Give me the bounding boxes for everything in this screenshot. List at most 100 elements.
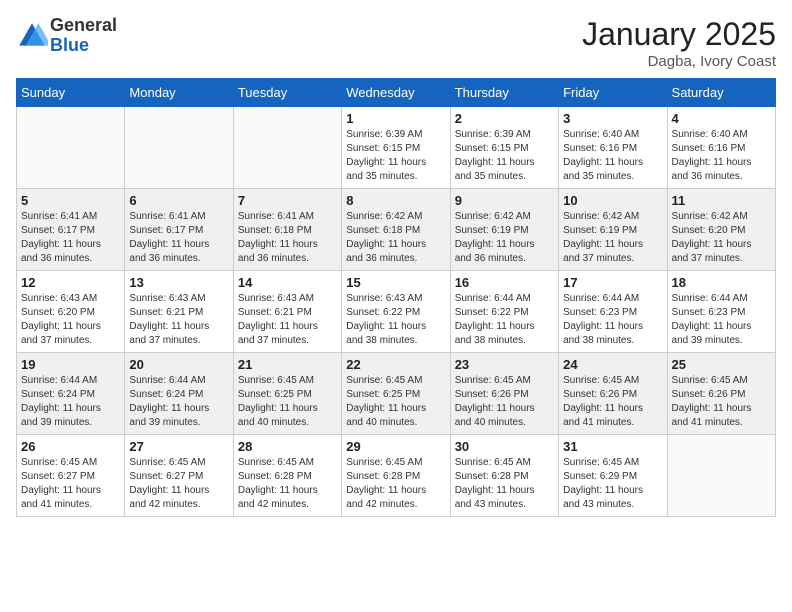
table-row: 25 Sunrise: 6:45 AMSunset: 6:26 PMDayligh… — [667, 353, 775, 435]
day-info: Sunrise: 6:45 AMSunset: 6:28 PMDaylight:… — [238, 456, 337, 512]
logo-icon — [16, 20, 48, 52]
day-info: Sunrise: 6:41 AMSunset: 6:17 PMDaylight:… — [21, 210, 120, 266]
calendar-body: 1 Sunrise: 6:39 AMSunset: 6:15 PMDaylight… — [17, 107, 776, 517]
logo-general-text: General — [50, 16, 117, 36]
logo-text: General Blue — [50, 16, 117, 56]
calendar-week-row: 19 Sunrise: 6:44 AMSunset: 6:24 PMDayligh… — [17, 353, 776, 435]
table-row: 31 Sunrise: 6:45 AMSunset: 6:29 PMDayligh… — [559, 435, 667, 517]
day-number: 6 — [129, 193, 228, 208]
day-number: 3 — [563, 111, 662, 126]
table-row: 5 Sunrise: 6:41 AMSunset: 6:17 PMDaylight… — [17, 189, 125, 271]
table-row: 16 Sunrise: 6:44 AMSunset: 6:22 PMDayligh… — [450, 271, 558, 353]
table-row — [667, 435, 775, 517]
table-row: 26Sunrise: 6:45 AMSunset: 6:27 PMDayligh… — [17, 435, 125, 517]
day-number: 7 — [238, 193, 337, 208]
day-info: Sunrise: 6:40 AMSunset: 6:16 PMDaylight:… — [563, 128, 662, 184]
table-row: 12 Sunrise: 6:43 AMSunset: 6:20 PMDayligh… — [17, 271, 125, 353]
day-info: Sunrise: 6:44 AMSunset: 6:24 PMDaylight:… — [129, 374, 228, 430]
table-row — [233, 107, 341, 189]
table-row: 8 Sunrise: 6:42 AMSunset: 6:18 PMDaylight… — [342, 189, 450, 271]
day-info: Sunrise: 6:43 AMSunset: 6:20 PMDaylight:… — [21, 292, 120, 348]
day-info: Sunrise: 6:44 AMSunset: 6:23 PMDaylight:… — [672, 292, 771, 348]
calendar-header-row: Sunday Monday Tuesday Wednesday Thursday… — [17, 79, 776, 107]
table-row: 19 Sunrise: 6:44 AMSunset: 6:24 PMDayligh… — [17, 353, 125, 435]
day-info: Sunrise: 6:44 AMSunset: 6:23 PMDaylight:… — [563, 292, 662, 348]
day-number: 2 — [455, 111, 554, 126]
table-row: 4 Sunrise: 6:40 AMSunset: 6:16 PMDaylight… — [667, 107, 775, 189]
day-number: 24 — [563, 357, 662, 372]
table-row: 29 Sunrise: 6:45 AMSunset: 6:28 PMDayligh… — [342, 435, 450, 517]
day-info: Sunrise: 6:42 AMSunset: 6:18 PMDaylight:… — [346, 210, 445, 266]
day-info: Sunrise: 6:45 AMSunset: 6:29 PMDaylight:… — [563, 456, 662, 512]
location-subtitle: Dagba, Ivory Coast — [582, 53, 776, 70]
day-number: 18 — [672, 275, 771, 290]
day-number: 30 — [455, 439, 554, 454]
table-row: 23Sunrise: 6:45 AMSunset: 6:26 PMDayligh… — [450, 353, 558, 435]
day-number: 10 — [563, 193, 662, 208]
col-thursday: Thursday — [450, 79, 558, 107]
day-info: Sunrise: 6:45 AMSunset: 6:28 PMDaylight:… — [346, 456, 445, 512]
table-row: 21 Sunrise: 6:45 AMSunset: 6:25 PMDayligh… — [233, 353, 341, 435]
day-info: Sunrise: 6:39 AMSunset: 6:15 PMDaylight:… — [346, 128, 445, 184]
day-info: Sunrise: 6:44 AMSunset: 6:22 PMDaylight:… — [455, 292, 554, 348]
table-row: 22Sunrise: 6:45 AMSunset: 6:25 PMDayligh… — [342, 353, 450, 435]
table-row: 1 Sunrise: 6:39 AMSunset: 6:15 PMDaylight… — [342, 107, 450, 189]
title-block: January 2025 Dagba, Ivory Coast — [582, 16, 776, 70]
col-saturday: Saturday — [667, 79, 775, 107]
day-info: Sunrise: 6:42 AMSunset: 6:19 PMDaylight:… — [563, 210, 662, 266]
day-number: 25 — [672, 357, 771, 372]
day-info: Sunrise: 6:45 AMSunset: 6:27 PMDaylight:… — [129, 456, 228, 512]
table-row: 13Sunrise: 6:43 AMSunset: 6:21 PMDayligh… — [125, 271, 233, 353]
table-row: 6Sunrise: 6:41 AMSunset: 6:17 PMDaylight… — [125, 189, 233, 271]
day-number: 28 — [238, 439, 337, 454]
day-number: 21 — [238, 357, 337, 372]
table-row — [125, 107, 233, 189]
day-info: Sunrise: 6:45 AMSunset: 6:28 PMDaylight:… — [455, 456, 554, 512]
table-row: 15 Sunrise: 6:43 AMSunset: 6:22 PMDayligh… — [342, 271, 450, 353]
day-number: 8 — [346, 193, 445, 208]
page-header: General Blue January 2025 Dagba, Ivory C… — [16, 16, 776, 70]
day-info: Sunrise: 6:45 AMSunset: 6:25 PMDaylight:… — [346, 374, 445, 430]
table-row — [17, 107, 125, 189]
calendar-week-row: 1 Sunrise: 6:39 AMSunset: 6:15 PMDaylight… — [17, 107, 776, 189]
col-wednesday: Wednesday — [342, 79, 450, 107]
day-info: Sunrise: 6:43 AMSunset: 6:21 PMDaylight:… — [238, 292, 337, 348]
day-number: 16 — [455, 275, 554, 290]
day-number: 5 — [21, 193, 120, 208]
day-number: 12 — [21, 275, 120, 290]
table-row: 20 Sunrise: 6:44 AMSunset: 6:24 PMDayligh… — [125, 353, 233, 435]
calendar-week-row: 26Sunrise: 6:45 AMSunset: 6:27 PMDayligh… — [17, 435, 776, 517]
day-info: Sunrise: 6:42 AMSunset: 6:20 PMDaylight:… — [672, 210, 771, 266]
day-info: Sunrise: 6:41 AMSunset: 6:18 PMDaylight:… — [238, 210, 337, 266]
table-row: 27Sunrise: 6:45 AMSunset: 6:27 PMDayligh… — [125, 435, 233, 517]
day-number: 4 — [672, 111, 771, 126]
day-info: Sunrise: 6:44 AMSunset: 6:24 PMDaylight:… — [21, 374, 120, 430]
day-info: Sunrise: 6:40 AMSunset: 6:16 PMDaylight:… — [672, 128, 771, 184]
day-info: Sunrise: 6:45 AMSunset: 6:27 PMDaylight:… — [21, 456, 120, 512]
day-number: 15 — [346, 275, 445, 290]
day-number: 11 — [672, 193, 771, 208]
day-number: 29 — [346, 439, 445, 454]
table-row: 14Sunrise: 6:43 AMSunset: 6:21 PMDayligh… — [233, 271, 341, 353]
day-info: Sunrise: 6:45 AMSunset: 6:25 PMDaylight:… — [238, 374, 337, 430]
table-row: 10 Sunrise: 6:42 AMSunset: 6:19 PMDayligh… — [559, 189, 667, 271]
day-info: Sunrise: 6:43 AMSunset: 6:22 PMDaylight:… — [346, 292, 445, 348]
day-number: 1 — [346, 111, 445, 126]
day-number: 13 — [129, 275, 228, 290]
day-number: 9 — [455, 193, 554, 208]
day-info: Sunrise: 6:45 AMSunset: 6:26 PMDaylight:… — [672, 374, 771, 430]
table-row: 28 Sunrise: 6:45 AMSunset: 6:28 PMDayligh… — [233, 435, 341, 517]
logo: General Blue — [16, 16, 117, 56]
day-number: 20 — [129, 357, 228, 372]
calendar-table: Sunday Monday Tuesday Wednesday Thursday… — [16, 78, 776, 517]
calendar-week-row: 5 Sunrise: 6:41 AMSunset: 6:17 PMDaylight… — [17, 189, 776, 271]
logo-blue-text: Blue — [50, 36, 117, 56]
day-info: Sunrise: 6:45 AMSunset: 6:26 PMDaylight:… — [563, 374, 662, 430]
day-number: 31 — [563, 439, 662, 454]
day-number: 19 — [21, 357, 120, 372]
table-row: 9 Sunrise: 6:42 AMSunset: 6:19 PMDaylight… — [450, 189, 558, 271]
day-number: 23 — [455, 357, 554, 372]
col-tuesday: Tuesday — [233, 79, 341, 107]
table-row: 3 Sunrise: 6:40 AMSunset: 6:16 PMDaylight… — [559, 107, 667, 189]
day-info: Sunrise: 6:42 AMSunset: 6:19 PMDaylight:… — [455, 210, 554, 266]
